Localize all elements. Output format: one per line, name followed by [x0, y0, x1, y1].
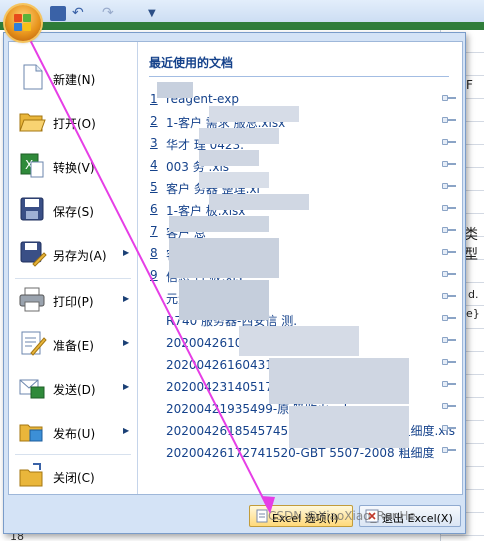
printer-icon [19, 287, 45, 312]
command-print[interactable]: 打印(P) ▶ [9, 278, 137, 322]
prepare-icon [21, 331, 47, 356]
privacy-mosaic [199, 150, 259, 166]
privacy-mosaic [269, 358, 409, 404]
office-menu-body: 新建(N) 打开(O) X 转换(V) 保存(S) 另存为(A) ▶ 打印(P)… [8, 41, 463, 495]
submenu-arrow-icon: ▶ [123, 338, 130, 347]
pin-icon[interactable] [442, 335, 456, 345]
recent-document-item[interactable]: 2 1-客户 需求 服总.xlsx [139, 110, 462, 132]
pin-icon[interactable] [442, 181, 456, 191]
recent-document-number: 4 [150, 158, 158, 172]
command-label: 发布(U) [53, 427, 96, 441]
privacy-mosaic [179, 280, 269, 320]
privacy-mosaic [239, 326, 359, 356]
privacy-mosaic [169, 238, 279, 278]
recent-document-number: 6 [150, 202, 158, 216]
pin-icon[interactable] [442, 269, 456, 279]
recent-documents-panel: 最近使用的文档 1 reagent-exp 2 1-客户 需求 服总.xlsx 3 华才 … [139, 42, 462, 494]
office-logo-icon [23, 23, 31, 31]
privacy-mosaic [169, 216, 269, 232]
open-folder-icon [19, 113, 46, 132]
cell-text: 类型 [464, 227, 478, 263]
privacy-mosaic [157, 82, 193, 98]
pin-icon[interactable] [442, 445, 456, 455]
pin-icon[interactable] [442, 357, 456, 367]
privacy-mosaic [209, 194, 309, 210]
pin-icon[interactable] [442, 225, 456, 235]
pin-icon[interactable] [442, 137, 456, 147]
separator [149, 76, 449, 77]
command-send[interactable]: 发送(D) ▶ [9, 366, 137, 410]
pin-icon[interactable] [442, 423, 456, 433]
office-logo-icon [23, 14, 31, 22]
command-open[interactable]: 打开(O) [9, 100, 137, 144]
privacy-mosaic [289, 406, 409, 448]
command-label: 新建(N) [53, 73, 96, 87]
recent-document-number: 7 [150, 224, 158, 238]
privacy-mosaic [209, 106, 299, 122]
recent-document-item[interactable]: 3 华才 理 0423. [139, 132, 462, 154]
command-label: 关闭(C) [53, 471, 95, 485]
publish-icon [19, 424, 43, 442]
save-icon[interactable] [50, 6, 66, 21]
command-publish[interactable]: 发布(U) ▶ [9, 410, 137, 454]
submenu-arrow-icon: ▶ [123, 294, 130, 303]
save-icon [20, 197, 44, 221]
command-label: 发送(D) [53, 383, 96, 397]
command-label: 保存(S) [53, 205, 94, 219]
customize-toolbar-icon[interactable]: ▼ [148, 6, 164, 21]
column-header: F [466, 78, 473, 92]
pin-icon[interactable] [442, 115, 456, 125]
pin-icon[interactable] [442, 203, 456, 213]
command-label: 打开(O) [53, 117, 96, 131]
pin-icon[interactable] [442, 247, 456, 257]
pin-icon[interactable] [442, 379, 456, 389]
submenu-arrow-icon: ▶ [123, 248, 130, 257]
command-label: 准备(E) [53, 339, 94, 353]
recent-document-number: 2 [150, 114, 158, 128]
recent-document-number: 5 [150, 180, 158, 194]
office-logo-icon [14, 23, 22, 31]
pin-icon[interactable] [442, 93, 456, 103]
command-label: 打印(P) [53, 295, 94, 309]
office-logo-icon [14, 14, 22, 22]
pin-icon[interactable] [442, 313, 456, 323]
pin-icon[interactable] [442, 159, 456, 169]
ribbon-strip [0, 22, 484, 30]
redo-icon[interactable]: ↷ [102, 6, 118, 21]
recent-document-number: 9 [150, 268, 158, 282]
submenu-arrow-icon: ▶ [123, 426, 130, 435]
close-folder-icon [19, 463, 43, 487]
convert-icon: X [20, 153, 44, 178]
command-label: 转换(V) [53, 161, 95, 175]
save-as-icon [20, 241, 47, 267]
pin-icon[interactable] [442, 291, 456, 301]
command-convert[interactable]: X 转换(V) [9, 144, 137, 188]
command-save[interactable]: 保存(S) [9, 188, 137, 232]
options-document-icon [256, 509, 268, 523]
cell-text: d. [468, 288, 479, 301]
pin-icon[interactable] [442, 401, 456, 411]
command-list: 新建(N) 打开(O) X 转换(V) 保存(S) 另存为(A) ▶ 打印(P)… [9, 42, 138, 494]
command-label: 另存为(A) [53, 249, 107, 263]
submenu-arrow-icon: ▶ [123, 382, 130, 391]
new-document-icon [23, 64, 43, 90]
privacy-mosaic [199, 172, 269, 188]
command-close[interactable]: 关闭(C) [9, 454, 137, 498]
office-button[interactable] [5, 5, 41, 41]
undo-icon[interactable]: ↶ [72, 6, 88, 21]
command-new[interactable]: 新建(N) [9, 56, 137, 100]
send-icon [19, 379, 45, 399]
command-save-as[interactable]: 另存为(A) ▶ [9, 232, 137, 276]
recent-document-number: 3 [150, 136, 158, 150]
recent-document-item[interactable]: 4 003 务 .xls [139, 154, 462, 176]
cell-text: e} [466, 307, 480, 320]
recent-document-number: 8 [150, 246, 158, 260]
command-prepare[interactable]: 准备(E) ▶ [9, 322, 137, 366]
office-menu: 新建(N) 打开(O) X 转换(V) 保存(S) 另存为(A) ▶ 打印(P)… [3, 32, 466, 534]
privacy-mosaic [199, 128, 279, 144]
recent-documents-title: 最近使用的文档 [149, 56, 234, 70]
watermark: CSDN @XiaoXiao_RenHe [268, 509, 416, 523]
